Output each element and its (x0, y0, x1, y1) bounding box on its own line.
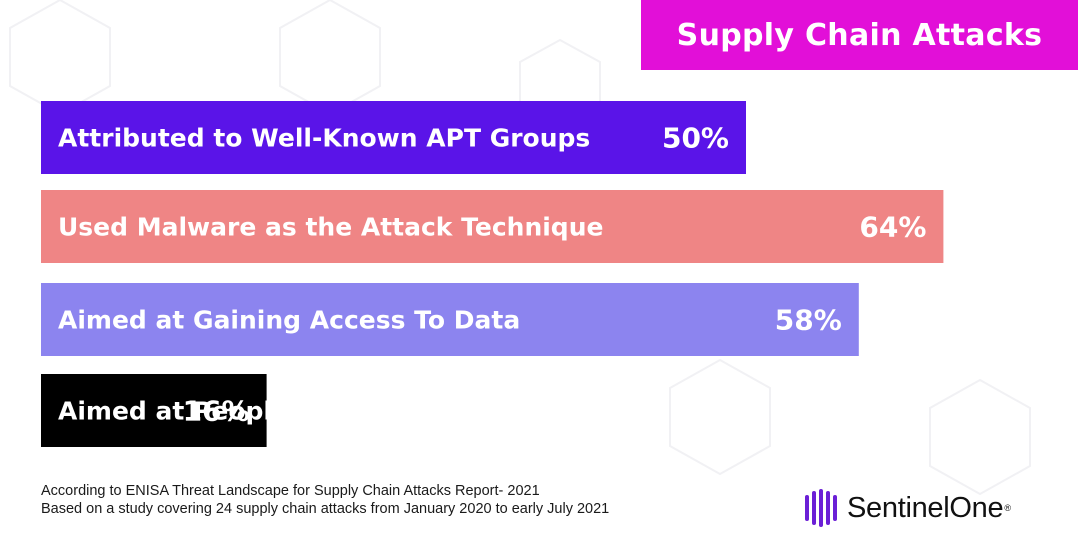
bar-value-4: 16% (183, 395, 250, 428)
bar-label-4: Aimed at People (58, 397, 289, 426)
logo-text: SentinelOne (847, 491, 1004, 524)
bar-label-2: Used Malware as the Attack Technique (58, 213, 603, 242)
bar-label-1: Attributed to Well-Known APT Groups (58, 124, 590, 153)
bar-value-2: 64% (859, 211, 926, 244)
source-note: According to ENISA Threat Landscape for … (41, 482, 609, 518)
bar-value-1: 50% (662, 122, 729, 155)
bar-chart: Attributed to Well-Known APT Groups 50% Us… (41, 101, 944, 447)
sentinelone-logo: SentinelOne ® (803, 488, 1011, 528)
sentinelone-logo-icon (805, 489, 837, 527)
source-line-2: Based on a study covering 24 supply chai… (41, 501, 610, 517)
bar-label-3: Aimed at Gaining Access To Data (58, 306, 520, 335)
bar-value-3: 58% (775, 304, 842, 337)
source-line-1: According to ENISA Threat Landscape for … (41, 483, 540, 499)
registered-mark: ® (1004, 503, 1011, 513)
